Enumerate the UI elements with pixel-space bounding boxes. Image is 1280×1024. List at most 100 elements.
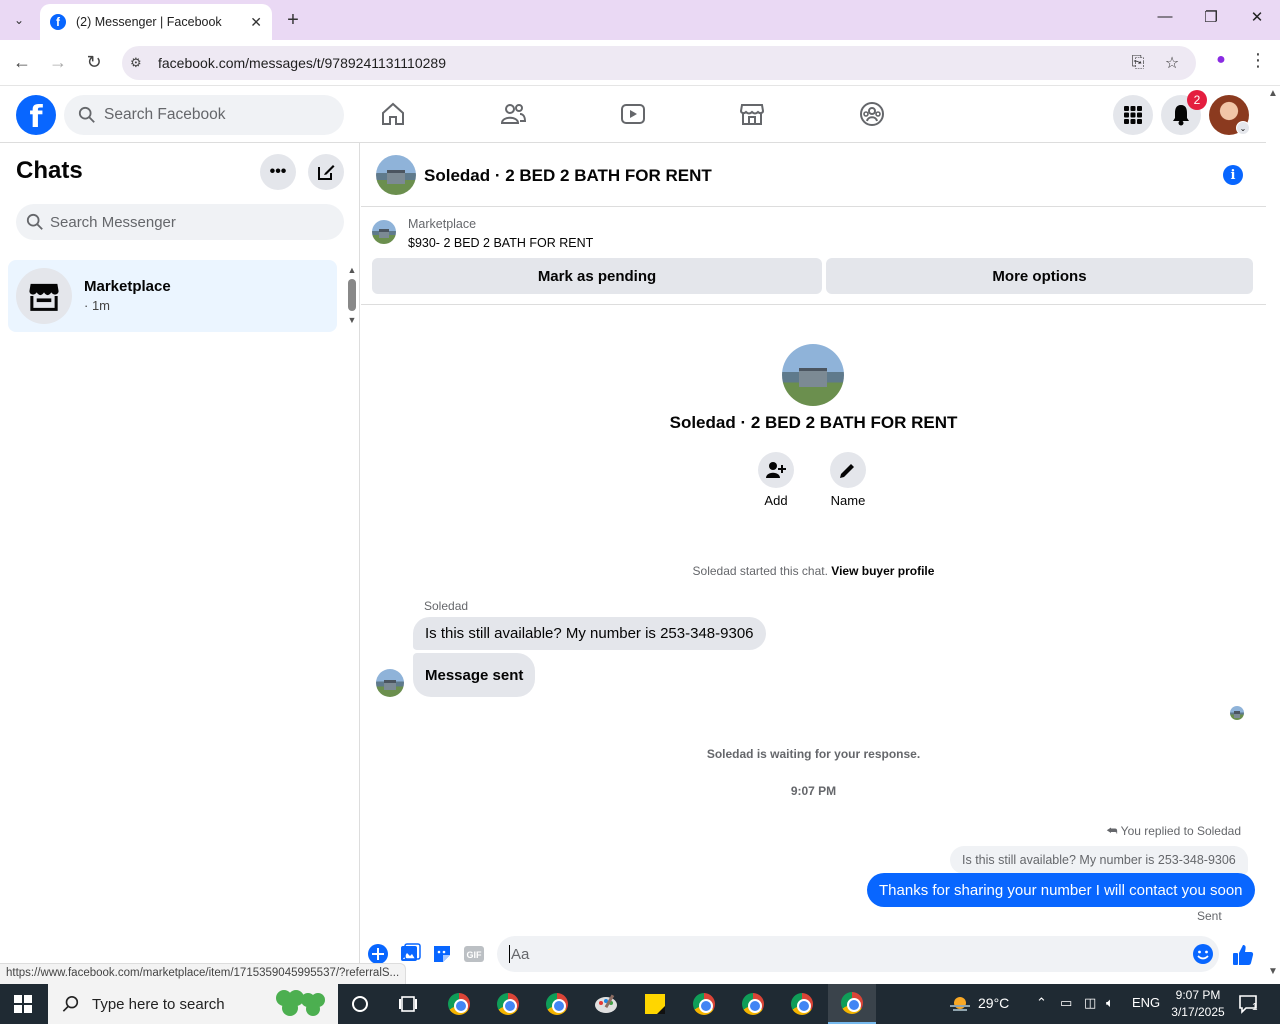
chrome-taskbar-icon[interactable] (445, 990, 473, 1018)
page-scroll-up-icon[interactable]: ▲ (1266, 88, 1280, 99)
emoji-icon[interactable] (1192, 943, 1214, 965)
tab-title: (2) Messenger | Facebook (76, 15, 222, 29)
text-caret (509, 945, 510, 963)
facebook-logo-icon[interactable]: f (16, 95, 56, 135)
forward-icon[interactable]: → (46, 52, 70, 74)
incoming-message[interactable]: Message sent (413, 653, 536, 697)
chrome-taskbar-icon[interactable] (788, 990, 816, 1018)
more-options-button[interactable]: More options (826, 258, 1253, 294)
facebook-search-input[interactable]: Search Facebook (64, 95, 344, 135)
messenger-search-input[interactable]: Search Messenger (16, 204, 344, 240)
video-icon[interactable] (619, 100, 647, 128)
groups-icon[interactable] (858, 100, 886, 128)
mark-as-pending-button[interactable]: Mark as pending (372, 258, 822, 294)
weather-widget[interactable]: 29°C (948, 993, 1009, 1013)
reload-icon[interactable]: ↻ (82, 52, 106, 74)
site-settings-icon[interactable]: ⚙ (130, 55, 148, 71)
listing-thumbnail[interactable] (372, 220, 396, 244)
facebook-search-placeholder: Search Facebook (104, 106, 226, 123)
conversation-panel: Soledad · 2 BED 2 BATH FOR RENT i Market… (361, 143, 1266, 984)
new-message-button[interactable] (308, 154, 344, 190)
action-center-icon[interactable]: 1 (1238, 994, 1260, 1014)
name-chat-button[interactable] (830, 452, 866, 488)
pencil-icon (840, 464, 854, 478)
compose-icon (318, 165, 335, 180)
windows-start-icon[interactable] (14, 995, 32, 1013)
add-label: Add (764, 493, 788, 508)
chat-list-scrollbar[interactable]: ▲ ▼ (346, 265, 358, 329)
browser-menu-icon[interactable]: ⋮ (1248, 50, 1268, 71)
marketplace-label: Marketplace (408, 217, 477, 231)
sent-status: Sent (1197, 909, 1222, 923)
window-close-icon[interactable]: ✕ (1242, 8, 1272, 26)
language-indicator[interactable]: ENG (1132, 995, 1160, 1010)
friends-icon[interactable] (499, 100, 527, 128)
chat-started-notice: Soledad started this chat. View buyer pr… (361, 564, 1266, 578)
browser-profile-icon[interactable]: ● (1210, 51, 1232, 73)
minimize-icon[interactable]: — (1150, 8, 1180, 25)
page-scroll-down-icon[interactable]: ▼ (1266, 966, 1280, 977)
chrome-taskbar-icon[interactable] (543, 990, 571, 1018)
chat-name: Marketplace (84, 278, 171, 295)
scroll-up-icon[interactable]: ▲ (346, 265, 358, 275)
sticky-notes-icon[interactable] (641, 990, 669, 1018)
notification-badge: 2 (1187, 90, 1207, 110)
marketplace-store-icon (29, 283, 59, 311)
sticker-icon[interactable] (431, 943, 453, 965)
browser-tab[interactable]: f (2) Messenger | Facebook ✕ (40, 4, 272, 40)
search-icon (78, 106, 95, 123)
tab-search-chevron-icon[interactable]: ⌄ (6, 8, 32, 32)
listing-title[interactable]: $930- 2 BED 2 BATH FOR RENT (408, 236, 593, 250)
scroll-down-icon[interactable]: ▼ (346, 315, 358, 325)
gif-icon[interactable]: GIF (463, 943, 485, 965)
messenger-search-placeholder: Search Messenger (50, 213, 176, 231)
incoming-message[interactable]: Is this still available? My number is 25… (413, 617, 766, 650)
meet-now-icon[interactable]: ◫ (1084, 995, 1096, 1011)
chrome-taskbar-icon[interactable] (494, 990, 522, 1018)
outgoing-message[interactable]: Thanks for sharing your number I will co… (867, 873, 1255, 907)
volume-icon[interactable]: 🔈︎ (1106, 995, 1114, 1011)
facebook-favicon-icon: f (50, 14, 66, 30)
sender-avatar[interactable] (376, 669, 404, 697)
paint-app-icon[interactable] (592, 990, 620, 1018)
conversation-title[interactable]: Soledad · 2 BED 2 BATH FOR RENT (424, 166, 712, 186)
restore-icon[interactable]: ❐ (1196, 8, 1226, 26)
message-input[interactable]: Aa (497, 936, 1219, 972)
account-chevron-icon[interactable]: ⌄ (1236, 121, 1250, 135)
grid-icon (1124, 106, 1142, 124)
taskbar-clock[interactable]: 9:07 PM 3/17/2025 (1166, 987, 1230, 1021)
name-label: Name (830, 493, 866, 508)
photo-icon[interactable] (399, 943, 421, 965)
task-view-icon[interactable] (394, 990, 422, 1018)
network-icon[interactable]: ▭ (1060, 995, 1072, 1011)
reply-indicator: ⮪ You replied to Soledad (1106, 824, 1241, 839)
home-icon[interactable] (379, 100, 407, 128)
chats-options-button[interactable]: ••• (260, 154, 296, 190)
chat-list-item[interactable]: Marketplace · 1m (8, 260, 337, 332)
conversation-profile-picture (782, 344, 844, 406)
chrome-taskbar-icon[interactable] (690, 990, 718, 1018)
plus-circle-icon[interactable] (367, 943, 389, 965)
task-view-circle-icon[interactable] (346, 990, 374, 1018)
marketplace-icon[interactable] (738, 100, 766, 128)
weather-icon (950, 997, 970, 1011)
install-app-icon[interactable]: ⎘ (1128, 54, 1148, 72)
add-people-button[interactable] (758, 452, 794, 488)
quoted-message[interactable]: Is this still available? My number is 25… (950, 846, 1248, 874)
menu-grid-button[interactable] (1113, 95, 1153, 135)
chrome-taskbar-icon-active[interactable] (828, 984, 876, 1024)
scroll-thumb[interactable] (348, 279, 356, 311)
conversation-avatar[interactable] (376, 155, 416, 195)
tab-close-icon[interactable]: ✕ (250, 14, 262, 31)
new-tab-icon[interactable]: + (282, 8, 304, 32)
url-text[interactable]: facebook.com/messages/t/9789241131110289 (158, 55, 1128, 71)
omnibox[interactable]: ⚙ facebook.com/messages/t/97892411311102… (122, 46, 1196, 80)
bookmark-star-icon[interactable]: ☆ (1162, 53, 1182, 73)
view-buyer-profile-link[interactable]: View buyer profile (831, 564, 934, 578)
back-icon[interactable]: ← (10, 52, 34, 74)
chrome-taskbar-icon[interactable] (739, 990, 767, 1018)
thumbs-up-icon[interactable] (1231, 943, 1255, 967)
info-icon[interactable]: i (1223, 165, 1243, 185)
tray-chevron-icon[interactable]: ⌃ (1036, 995, 1047, 1011)
search-icon (26, 213, 43, 230)
